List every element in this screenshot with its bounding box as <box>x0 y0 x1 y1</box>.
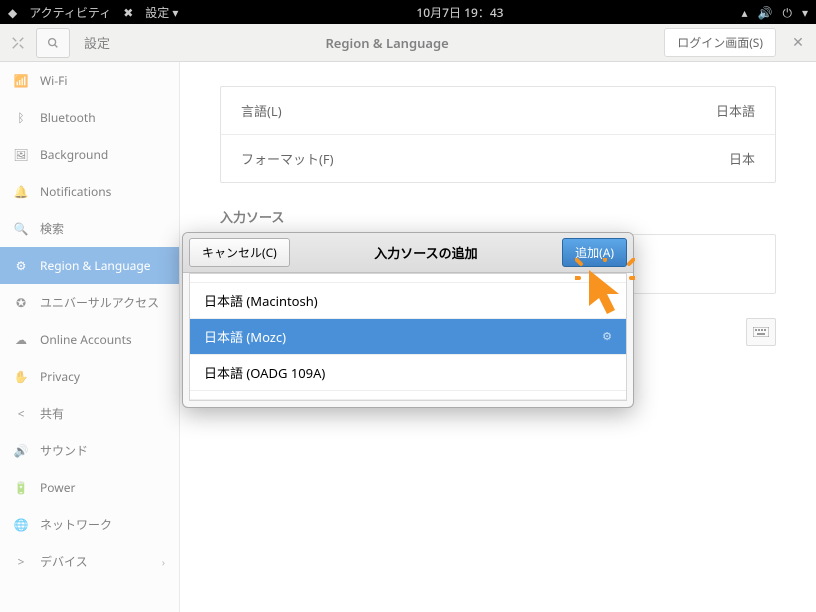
list-item-label: 日本語 (Macintosh) <box>204 291 318 310</box>
add-input-source-dialog: キャンセル(C) 入力ソースの追加 追加(A) 日本語 (Macintosh)日… <box>182 232 634 408</box>
list-item[interactable] <box>190 391 626 400</box>
list-item[interactable]: 日本語 (OADG 109A) <box>190 355 626 391</box>
gear-icon[interactable]: ⚙ <box>602 329 612 344</box>
list-item-label: 日本語 (Mozc) <box>204 327 286 346</box>
gnome-top-bar: ◆ アクティビティ ✖ 設定 ▾ 10月7日 19：43 ▴ 🔊 ⏻ ▾ <box>0 0 816 24</box>
add-button[interactable]: 追加(A) <box>562 238 627 267</box>
app-indicator-icon: ◆ <box>8 4 17 21</box>
volume-icon[interactable]: 🔊 <box>758 4 773 21</box>
cancel-button[interactable]: キャンセル(C) <box>189 238 290 267</box>
list-item[interactable]: 日本語 (Macintosh) <box>190 283 626 319</box>
list-item[interactable] <box>190 274 626 283</box>
current-app-label[interactable]: 設定 ▾ <box>145 4 178 21</box>
list-item[interactable]: 日本語 (Mozc) ⚙ <box>190 319 626 355</box>
network-icon[interactable]: ▴ <box>741 4 747 21</box>
input-source-list[interactable]: 日本語 (Macintosh) 日本語 (Mozc) ⚙ 日本語 (OADG 109A… <box>189 273 627 401</box>
clock[interactable]: 10月7日 19：43 <box>178 4 741 21</box>
dialog-header: キャンセル(C) 入力ソースの追加 追加(A) <box>183 233 633 273</box>
activities-button[interactable]: アクティビティ <box>29 4 111 21</box>
tools-icon: ✖ <box>123 4 133 21</box>
power-icon[interactable]: ⏻ <box>782 4 792 21</box>
list-item-label: 日本語 (OADG 109A) <box>204 363 325 382</box>
system-menu-chevron-icon[interactable]: ▾ <box>802 4 808 21</box>
dialog-title: 入力ソースの追加 <box>290 243 562 262</box>
